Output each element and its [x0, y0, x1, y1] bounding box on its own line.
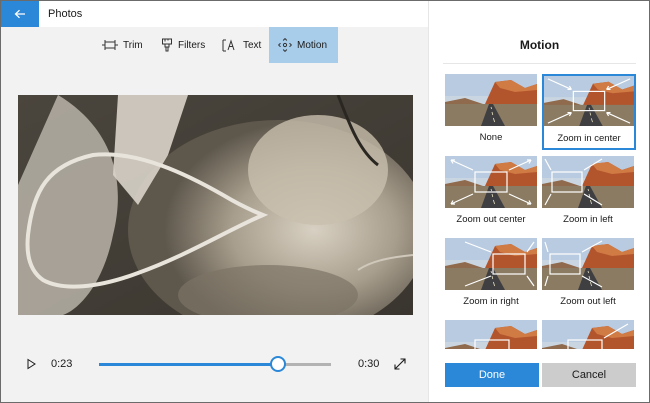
- video-preview[interactable]: [18, 95, 413, 315]
- tab-motion-label: Motion: [297, 39, 328, 51]
- motion-option-zoom-out-center[interactable]: Zoom out center: [445, 156, 539, 232]
- tab-motion[interactable]: Motion: [269, 27, 338, 63]
- photos-window: Photos Trim Filters Text Motion 0:23 0:3…: [0, 0, 650, 403]
- editor-area: Trim Filters Text Motion 0:23 0:30: [1, 27, 428, 402]
- tab-text[interactable]: Text: [216, 27, 267, 63]
- motion-option-label: None: [479, 132, 503, 143]
- panel-title: Motion: [519, 38, 560, 52]
- motion-options-grid: None Zoom in center Zoom out center Zoom…: [429, 74, 649, 349]
- motion-thumbnail: [542, 320, 634, 349]
- playback-bar: 0:23 0:30: [1, 349, 428, 379]
- motion-icon: [278, 38, 292, 52]
- motion-option-label: Zoom out left: [560, 296, 616, 307]
- done-button[interactable]: Done: [445, 363, 539, 387]
- motion-thumbnail: [542, 156, 634, 208]
- motion-option-zoom-in-right[interactable]: Zoom in right: [445, 238, 539, 314]
- seek-slider-thumb[interactable]: [269, 356, 286, 372]
- motion-option-label: Zoom out center: [456, 214, 526, 225]
- cancel-button[interactable]: Cancel: [542, 363, 636, 387]
- motion-thumbnail: [445, 238, 537, 290]
- expand-icon[interactable]: [393, 357, 407, 371]
- panel-divider: [443, 63, 636, 64]
- motion-thumbnail: [445, 156, 537, 208]
- tab-text-label: Text: [243, 39, 262, 51]
- filters-icon: [162, 38, 172, 52]
- motion-option-8[interactable]: [542, 320, 636, 349]
- tab-trim-label: Trim: [123, 39, 143, 51]
- motion-thumbnail: [542, 238, 634, 290]
- tab-trim[interactable]: Trim: [96, 27, 149, 63]
- text-icon: [222, 38, 235, 51]
- motion-option-zoom-out-left[interactable]: Zoom out left: [542, 238, 636, 314]
- total-time: 0:30: [358, 358, 380, 370]
- seek-slider[interactable]: [99, 356, 331, 372]
- current-time: 0:23: [51, 358, 73, 370]
- seek-slider-fill: [99, 363, 278, 366]
- motion-thumbnail: [544, 76, 634, 126]
- motion-thumbnail: [445, 74, 537, 126]
- motion-option-zoom-in-left[interactable]: Zoom in left: [542, 156, 636, 232]
- edit-toolbar: Trim Filters Text Motion: [1, 27, 428, 63]
- back-arrow-icon: [14, 9, 25, 19]
- motion-option-none[interactable]: None: [445, 74, 539, 150]
- back-button[interactable]: [1, 1, 39, 27]
- motion-panel: Motion None Zoom in center Zoom out cent…: [428, 1, 649, 402]
- tab-filters-label: Filters: [178, 39, 206, 51]
- motion-thumbnail: [445, 320, 537, 349]
- tab-filters[interactable]: Filters: [155, 27, 211, 63]
- video-frame-image: [18, 95, 413, 315]
- trim-icon: [102, 40, 118, 50]
- app-title: Photos: [48, 8, 83, 20]
- motion-option-label: Zoom in left: [563, 214, 613, 225]
- motion-option-zoom-in-center[interactable]: Zoom in center: [542, 74, 636, 150]
- motion-option-label: Zoom in right: [463, 296, 519, 307]
- motion-option-7[interactable]: [445, 320, 539, 349]
- play-icon[interactable]: [25, 358, 37, 370]
- motion-option-label: Zoom in center: [557, 133, 621, 144]
